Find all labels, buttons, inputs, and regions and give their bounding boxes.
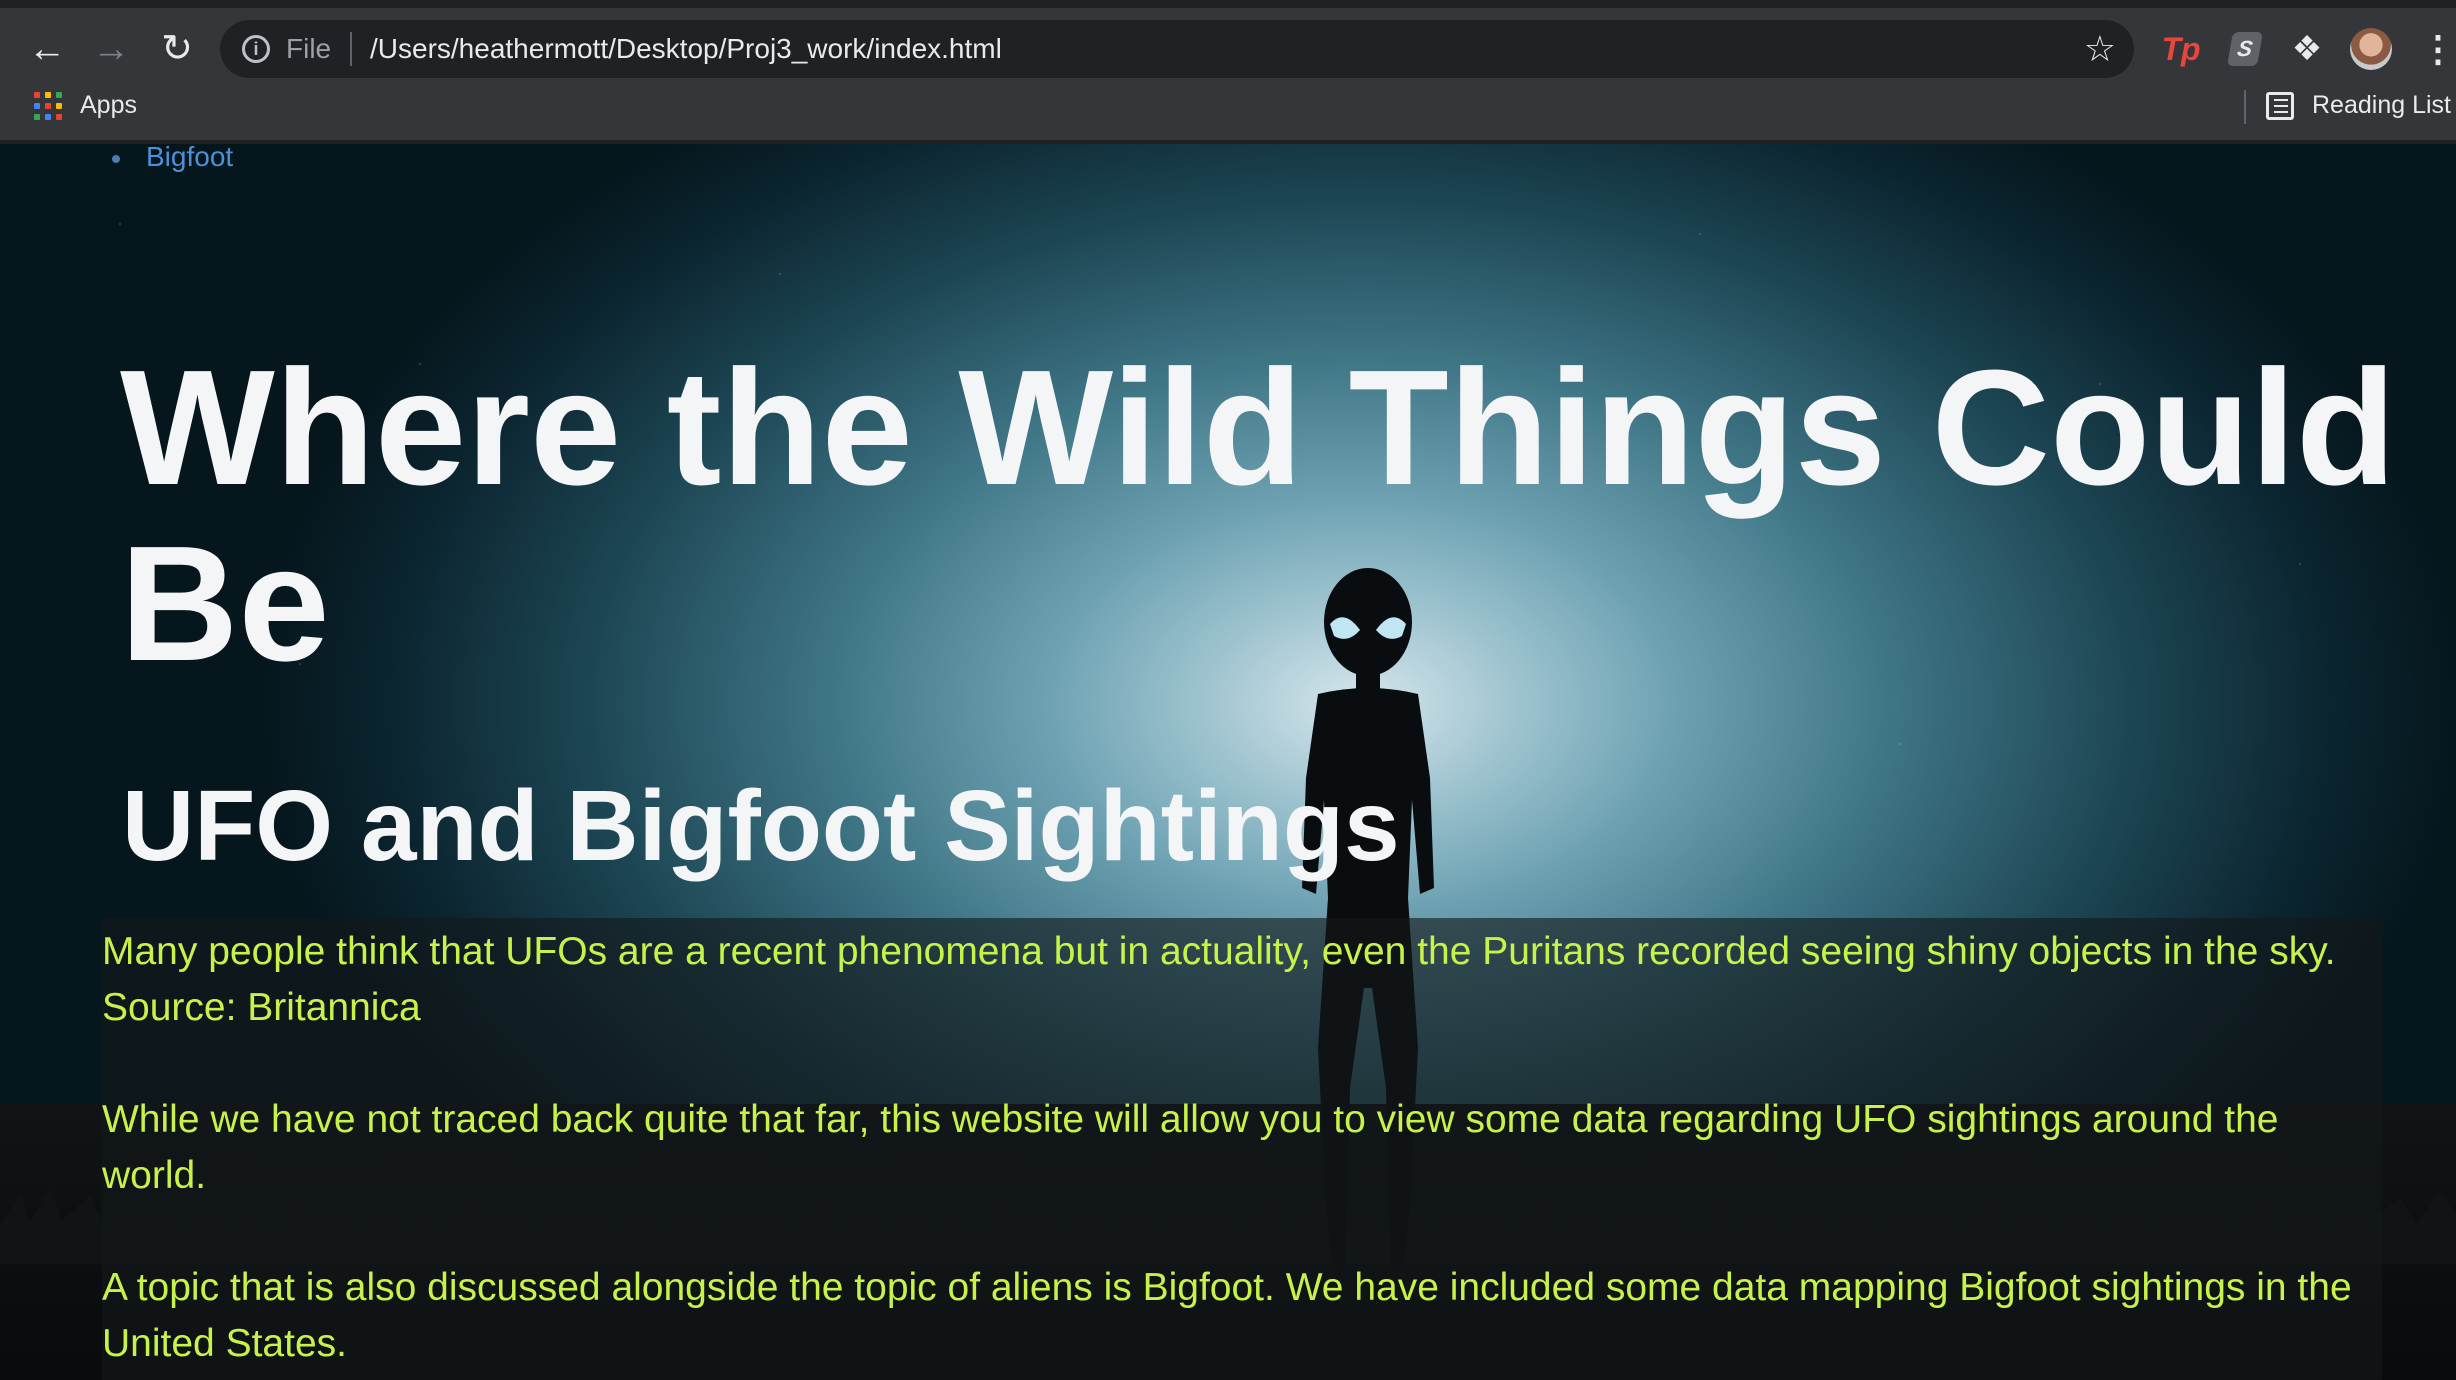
apps-bookmark[interactable]: Apps xyxy=(80,91,137,120)
forward-arrow-icon[interactable]: → xyxy=(84,22,138,76)
browser-toolbar: ← → ↻ i File /Users/heathermott/Desktop/… xyxy=(0,0,2456,84)
list-bullet xyxy=(112,155,120,163)
scheme-label: File xyxy=(286,33,332,64)
bookmarks-divider xyxy=(2244,90,2246,124)
reading-list-button[interactable]: Reading List xyxy=(2312,91,2451,120)
address-bar[interactable]: i File /Users/heathermott/Desktop/Proj3_… xyxy=(220,20,2134,78)
bookmarks-bar xyxy=(0,84,2456,142)
intro-paragraph-3: A topic that is also discussed alongside… xyxy=(102,1266,2352,1365)
apps-grid-icon[interactable] xyxy=(34,92,62,120)
info-icon[interactable]: i xyxy=(242,35,270,63)
tp-extension-icon[interactable]: Tp xyxy=(2158,26,2204,72)
page-viewport: Bigfoot Where the Wild Things Could Be U… xyxy=(0,144,2456,1380)
s-extension-icon[interactable]: S xyxy=(2222,26,2268,72)
page-title: Where the Wild Things Could Be xyxy=(120,336,2397,695)
reading-list-icon[interactable] xyxy=(2266,92,2294,120)
address-bar-divider xyxy=(350,32,352,66)
url-text[interactable]: /Users/heathermott/Desktop/Proj3_work/in… xyxy=(370,33,1002,65)
puzzle-icon[interactable]: ❖ xyxy=(2284,26,2330,72)
intro-paragraph-1: Many people think that UFOs are a recent… xyxy=(102,930,2336,1029)
nav-link-bigfoot[interactable]: Bigfoot xyxy=(146,144,233,173)
back-arrow-icon[interactable]: ← xyxy=(20,22,74,76)
page-subtitle: UFO and Bigfoot Sightings xyxy=(122,770,1400,882)
intro-paragraph-2: While we have not traced back quite that… xyxy=(102,1098,2279,1197)
reload-icon[interactable]: ↻ xyxy=(150,22,204,76)
bookmark-star-icon[interactable]: ☆ xyxy=(2084,28,2116,70)
profile-avatar[interactable] xyxy=(2350,28,2392,70)
kebab-menu-icon[interactable]: ⋮ xyxy=(2420,26,2456,72)
